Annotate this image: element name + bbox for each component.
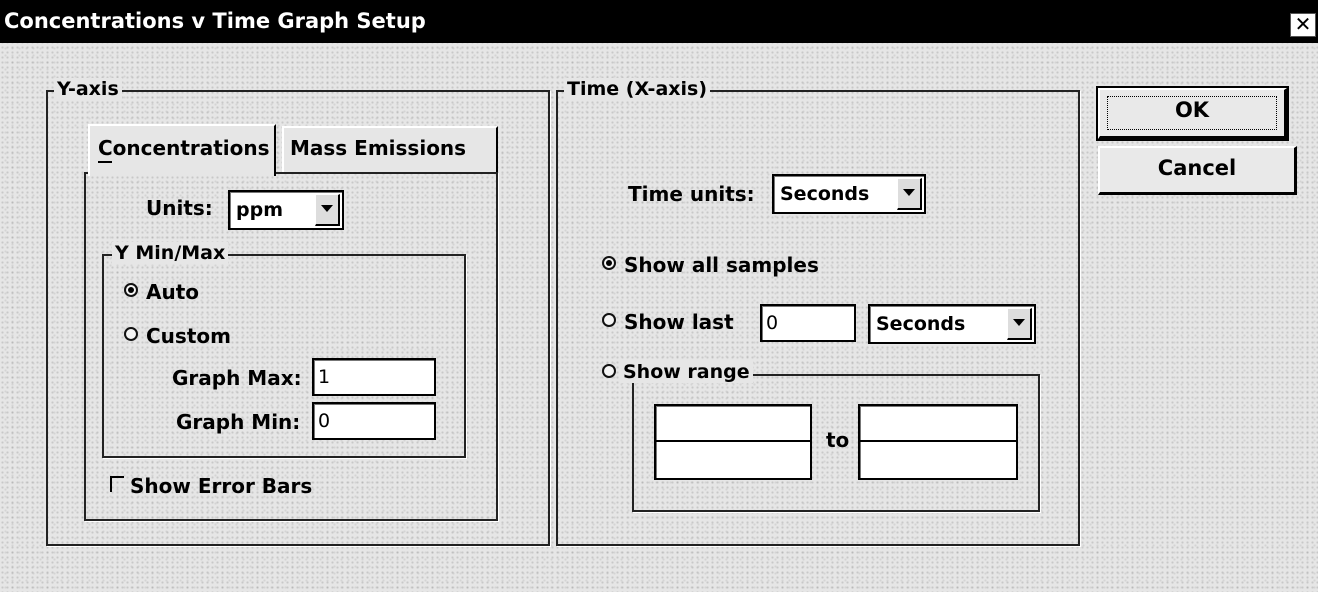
ok-button[interactable]: OK [1096,86,1289,141]
graph-max-value: 1 [318,366,331,388]
show-error-bars-checkbox[interactable] [110,476,124,492]
range-end-divider [860,440,1016,442]
show-error-bars-label: Show Error Bars [130,474,313,498]
graph-min-label: Graph Min: [176,410,301,434]
close-icon[interactable]: ✕ [1290,13,1316,37]
graph-min-value: 0 [318,410,331,432]
show-range-radio[interactable] [602,364,616,378]
range-end-field[interactable] [858,404,1018,480]
ok-label: OK [1174,98,1210,122]
tab-concentrations[interactable]: Concentrations [88,124,276,176]
y-minmax-group-label: Y Min/Max [112,242,229,264]
chevron-down-icon[interactable] [897,178,922,210]
time-units-dropdown[interactable]: Seconds [772,174,926,214]
auto-label: Auto [146,280,200,304]
tab-focus-underline [98,161,112,163]
range-start-divider [656,440,810,442]
units-dropdown[interactable]: ppm [228,190,344,230]
show-last-field[interactable]: 0 [760,304,856,342]
tab-mass-emissions-label: Mass Emissions [290,136,467,160]
graph-max-field[interactable]: 1 [312,358,436,396]
chevron-down-icon[interactable] [1007,308,1032,340]
show-last-label: Show last [624,310,734,334]
time-units-label: Time units: [628,182,755,206]
range-to-label: to [826,428,850,452]
units-value: ppm [236,199,283,221]
graph-min-field[interactable]: 0 [312,402,436,440]
show-last-units-dropdown[interactable]: Seconds [868,304,1036,344]
chevron-down-icon[interactable] [315,194,340,226]
show-last-value: 0 [766,312,779,334]
time-axis-group-label: Time (X-axis) [564,78,711,100]
range-start-field[interactable] [654,404,812,480]
custom-label: Custom [146,324,231,348]
title-bar: Concentrations v Time Graph Setup ✕ [0,0,1318,43]
tab-concentrations-label: Concentrations [98,136,270,160]
tab-mass-emissions[interactable]: Mass Emissions [282,126,498,172]
graph-max-label: Graph Max: [172,366,302,390]
custom-radio[interactable] [124,327,138,341]
y-axis-group-label: Y-axis [54,78,122,100]
cancel-button[interactable]: Cancel [1098,146,1297,195]
show-range-label: Show range [620,361,753,383]
cancel-label: Cancel [1157,156,1237,180]
time-units-value: Seconds [780,183,870,205]
window-title: Concentrations v Time Graph Setup [4,9,426,33]
auto-radio[interactable] [124,283,138,297]
show-all-samples-label: Show all samples [624,253,819,277]
show-last-units-value: Seconds [876,313,966,335]
show-last-radio[interactable] [602,313,616,327]
units-label: Units: [146,196,213,220]
show-all-samples-radio[interactable] [602,256,616,270]
